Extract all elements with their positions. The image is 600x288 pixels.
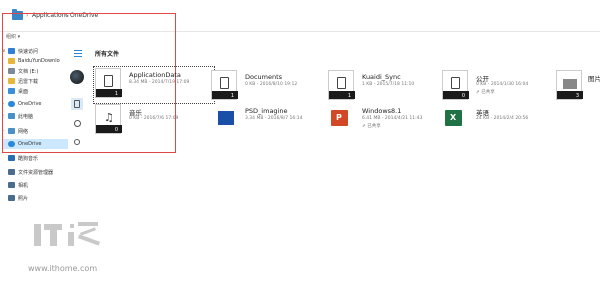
folder-icon — [8, 195, 15, 201]
cloud-icon — [8, 101, 15, 107]
nav-item-label: 照片 — [18, 195, 29, 202]
ithome-logo — [34, 218, 104, 258]
nav-item-label: 快速访问 — [18, 48, 39, 55]
excel-icon — [442, 104, 468, 134]
network-icon — [8, 128, 15, 134]
nav-item-quick-access[interactable]: ∨ 快速访问 — [2, 46, 68, 56]
nav-item-camera[interactable]: 相机 — [2, 180, 68, 190]
file-tile-documents[interactable]: 1 Documents 0 KB - 2016/8/10 19:12 — [211, 70, 329, 104]
file-meta: 3.34 MB - 2016/8/7 16:14 — [245, 116, 303, 121]
settings-button[interactable] — [71, 136, 83, 148]
file-meta: 0 KB - 2016/7/6 17:09 — [129, 116, 179, 121]
onedrive-app-pane — [67, 42, 87, 152]
file-meta: 0 KB - 2016/8/10 19:12 — [245, 82, 298, 87]
avatar[interactable] — [70, 70, 84, 84]
file-tile-applicationdata[interactable]: 1 ApplicationData 8.34 MB - 2014/7/19 17… — [93, 66, 215, 104]
music-icon: ♫ 0 — [95, 104, 122, 134]
shared-badge: ⇗ 已共享 — [476, 90, 495, 95]
computer-icon — [8, 113, 15, 119]
recent-icon — [74, 120, 81, 127]
nav-item-onedrive-root[interactable]: › OneDrive — [2, 99, 68, 109]
file-name: Windows8.1 — [362, 107, 402, 115]
psd-file-icon — [215, 104, 241, 134]
nav-item-onedrive-app[interactable]: OneDrive — [2, 139, 68, 149]
drive-icon — [8, 68, 15, 74]
watermark-url: www.ithome.com — [28, 264, 98, 273]
desktop-icon — [8, 88, 15, 94]
nav-item-baiduyun[interactable]: BaiduYunDownlo — [8, 56, 74, 66]
nav-item-network[interactable]: › 网络 — [2, 126, 68, 136]
nav-item-xunlei[interactable]: 迅雷下载 — [8, 76, 74, 86]
files-button[interactable] — [71, 98, 83, 110]
file-meta: 0 KB - 2014/1/30 16:04 — [476, 82, 529, 87]
music-icon — [8, 155, 15, 161]
chevron-right-icon: › — [64, 12, 67, 19]
folder-icon: 1 — [95, 68, 122, 98]
file-tile-windows81[interactable]: Windows8.1 6.41 MB - 2014/4/21 11:43 ⇗ 已… — [328, 104, 446, 138]
nav-item-label: 此电脑 — [18, 113, 34, 120]
folder-icon — [12, 9, 23, 20]
nav-item-documents-drive[interactable]: 文档 (E:) — [8, 66, 74, 76]
image-icon: 3 — [556, 70, 583, 100]
nav-item-label: OneDrive — [18, 101, 42, 107]
file-meta: 1 KB - 2015/7/18 11:10 — [362, 82, 415, 87]
star-icon — [8, 48, 15, 54]
file-meta: 6.41 MB - 2014/4/21 11:43 — [362, 116, 423, 121]
folder-icon: 0 — [442, 70, 469, 100]
breadcrumb-onedrive[interactable]: OneDrive — [70, 12, 98, 19]
nav-item-label: 网络 — [18, 128, 29, 135]
address-bar[interactable]: › Applications › OneDrive — [0, 0, 600, 32]
nav-item-kugou[interactable]: 酷狗音乐 — [2, 153, 68, 163]
folder-icon — [8, 182, 15, 188]
nav-item-this-pc[interactable]: › 此电脑 — [2, 111, 68, 121]
organize-menu[interactable]: 组织 ▾ — [6, 33, 20, 40]
file-tile-music[interactable]: ♫ 0 音乐 0 KB - 2016/7/6 17:09 — [95, 104, 213, 138]
document-icon — [74, 100, 80, 108]
file-name: PSD_imagine — [245, 107, 288, 115]
file-name: Documents — [245, 73, 283, 81]
nav-item-label: 桌面 — [18, 88, 29, 95]
powerpoint-icon — [328, 104, 354, 134]
file-tile-pictures[interactable]: 3 图片 — [556, 70, 600, 104]
nav-item-label: 文档 (E:) — [18, 68, 39, 75]
gear-icon — [74, 139, 80, 145]
cloud-icon — [8, 141, 15, 147]
nav-item-label: BaiduYunDownlo — [18, 58, 60, 64]
file-meta: 24 KB - 2014/2/4 20:56 — [476, 116, 529, 121]
file-name: Kuaidi_Sync — [362, 73, 401, 81]
file-meta: 8.34 MB - 2014/7/19 17:09 — [129, 80, 190, 85]
hamburger-menu-icon[interactable] — [74, 50, 82, 59]
folder-icon: 1 — [328, 70, 355, 100]
nav-item-label: OneDrive — [18, 141, 42, 147]
file-tile-kuaidi-sync[interactable]: 1 Kuaidi_Sync 1 KB - 2015/7/18 11:10 — [328, 70, 446, 104]
file-tile-psd-imagine[interactable]: PSD_imagine 3.34 MB - 2016/8/7 16:14 — [215, 104, 333, 138]
chevron-right-icon: › — [26, 12, 29, 19]
nav-item-desktop[interactable]: 桌面 — [8, 86, 74, 96]
page-title: 所有文件 — [95, 51, 120, 58]
file-tile-public[interactable]: 0 公开 0 KB - 2014/1/30 16:04 ⇗ 已共享 — [442, 70, 560, 104]
nav-item-label: 文件资源管理器 — [18, 169, 54, 176]
nav-item-label: 相机 — [18, 182, 29, 189]
file-tile-english[interactable]: 英语 24 KB - 2014/2/4 20:56 — [442, 104, 560, 138]
nav-item-file-explorer[interactable]: 文件资源管理器 — [2, 167, 68, 177]
toolbar: 组织 ▾ — [0, 32, 600, 42]
file-name: ApplicationData — [129, 71, 181, 79]
file-name: 图片 — [588, 75, 600, 83]
nav-item-label: 酷狗音乐 — [18, 155, 39, 162]
nav-item-photos[interactable]: 照片 — [2, 193, 68, 203]
nav-item-label: 迅雷下载 — [18, 78, 39, 85]
folder-icon: 1 — [211, 70, 238, 100]
folder-icon — [8, 169, 15, 175]
folder-icon — [8, 58, 15, 64]
shared-badge: ⇗ 已共享 — [362, 124, 381, 129]
recent-button[interactable] — [71, 117, 83, 129]
folder-icon — [8, 78, 15, 84]
